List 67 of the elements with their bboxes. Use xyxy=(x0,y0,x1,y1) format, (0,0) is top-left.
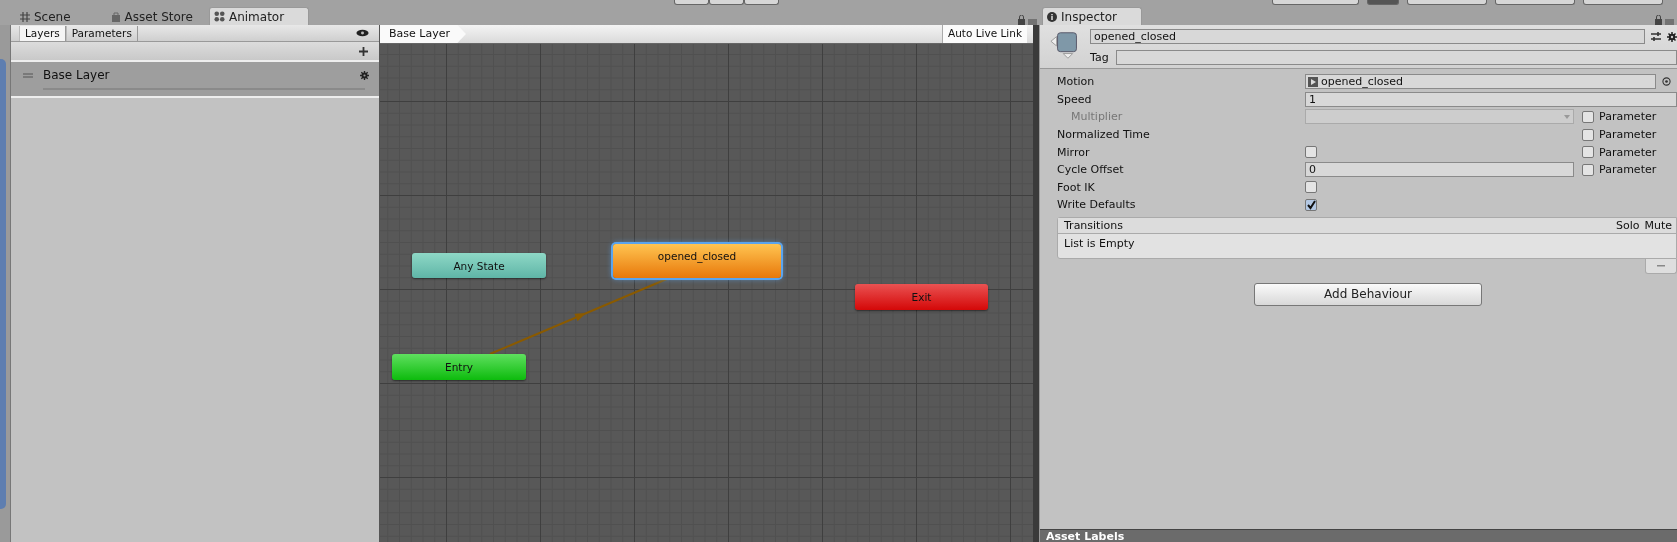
property-label: Write Defaults xyxy=(1057,198,1137,212)
minus-icon xyxy=(1657,264,1665,267)
plus-icon[interactable] xyxy=(359,46,368,56)
panel-tab[interactable]: Layers xyxy=(19,26,66,41)
layer-item[interactable]: Base Layer xyxy=(11,62,379,98)
parameter-checkbox[interactable] xyxy=(1582,146,1594,159)
empty-list-text: List is Empty xyxy=(1064,236,1135,250)
checkbox[interactable] xyxy=(1305,146,1317,159)
panel-tab[interactable]: Parameters xyxy=(65,26,138,41)
info-icon xyxy=(1047,11,1057,22)
lock-icon[interactable] xyxy=(1655,15,1675,25)
property-label: Foot IK xyxy=(1057,180,1096,194)
toolbar-button[interactable] xyxy=(674,0,709,5)
property-label: Mirror xyxy=(1057,145,1091,159)
gear-icon[interactable] xyxy=(1667,31,1677,42)
state-node[interactable]: opened_closed xyxy=(613,244,781,278)
clip-icon xyxy=(1308,76,1318,87)
column-header: Mute xyxy=(1644,218,1672,232)
toolbar-button[interactable] xyxy=(709,0,744,5)
number-field[interactable]: 0 xyxy=(1305,162,1574,178)
parameter-checkbox[interactable] xyxy=(1582,163,1594,176)
parameter-label: Parameter xyxy=(1599,145,1657,159)
breadcrumb[interactable]: Base Layer xyxy=(380,25,466,43)
state-node[interactable]: Exit xyxy=(855,284,988,310)
column-header: Solo xyxy=(1615,218,1640,232)
property-label: Speed xyxy=(1057,92,1093,106)
eye-icon[interactable] xyxy=(356,29,369,37)
target-icon[interactable] xyxy=(1662,77,1671,87)
state-node[interactable]: Any State xyxy=(412,253,546,278)
toolbar-button[interactable] xyxy=(1272,0,1359,5)
parameter-label: Parameter xyxy=(1599,163,1657,177)
editor-tab[interactable]: Scene xyxy=(16,8,81,25)
property-label: Cycle Offset xyxy=(1057,163,1125,177)
toolbar-button[interactable] xyxy=(1583,0,1663,5)
toolbar-button[interactable] xyxy=(744,0,779,5)
tag-field[interactable] xyxy=(1115,50,1677,65)
property-label: Motion xyxy=(1057,75,1096,89)
toolbar-button[interactable] xyxy=(1495,0,1575,5)
bag-icon xyxy=(110,11,121,22)
gear-icon[interactable] xyxy=(360,70,369,80)
add-behaviour-button[interactable]: Add Behaviour xyxy=(1254,282,1482,306)
sliders-icon[interactable] xyxy=(1651,31,1661,42)
parameter-label: Parameter xyxy=(1599,110,1657,124)
toolbar-button[interactable] xyxy=(1407,0,1487,5)
asset-labels-title: Asset Labels xyxy=(1046,530,1125,542)
number-field[interactable]: 1 xyxy=(1305,91,1677,107)
drag-handle-icon[interactable] xyxy=(23,72,33,78)
checkbox[interactable] xyxy=(1305,181,1317,194)
transitions-title: Transitions xyxy=(1064,218,1123,232)
caret-icon xyxy=(1564,115,1570,119)
editor-tab[interactable]: Animator xyxy=(208,7,310,25)
auto-live-link-button[interactable]: Auto Live Link xyxy=(942,25,1027,43)
motion-field[interactable]: opened_closed xyxy=(1305,74,1656,90)
checkbox[interactable] xyxy=(1305,198,1317,211)
grid-icon xyxy=(20,11,30,22)
inspector-tab[interactable]: Inspector xyxy=(1042,7,1142,25)
parameter-label: Parameter xyxy=(1599,128,1657,142)
parameter-checkbox[interactable] xyxy=(1582,128,1594,141)
layer-name: Base Layer xyxy=(43,68,111,82)
property-label: Multiplier xyxy=(1070,110,1124,124)
nodes-icon xyxy=(213,11,225,22)
tag-label: Tag xyxy=(1090,51,1109,64)
editor-tab[interactable]: Asset Store xyxy=(106,8,203,25)
property-label: Normalized Time xyxy=(1057,128,1151,142)
name-field[interactable]: opened_closed xyxy=(1090,29,1645,44)
state-node[interactable]: Entry xyxy=(392,354,526,380)
lock-icon[interactable] xyxy=(1018,15,1038,25)
